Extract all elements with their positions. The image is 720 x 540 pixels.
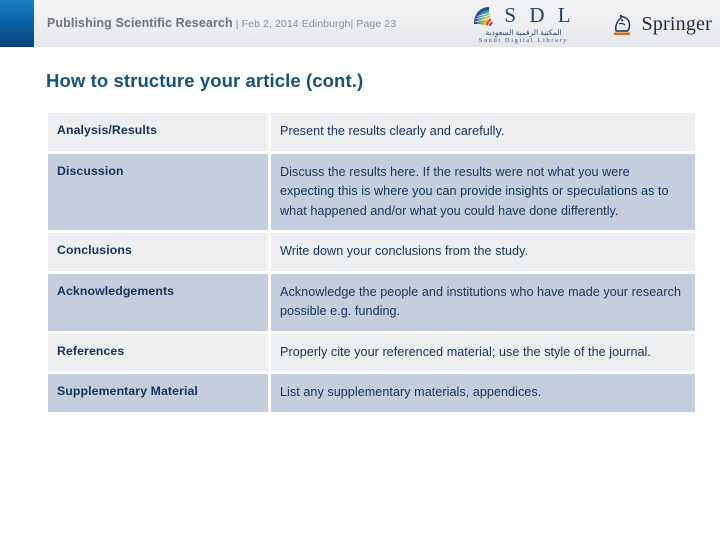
springer-logo: Springer xyxy=(610,10,712,38)
header-meta: | Feb 2, 2014 Edinburgh| Page 23 xyxy=(232,18,397,30)
sdl-subtitle: Saudi Digital Library xyxy=(478,37,569,44)
header-text-block: Publishing Scientific Research | Feb 2, … xyxy=(47,16,396,31)
table-cell-label: Conclusions xyxy=(48,233,268,271)
header-accent-stripe xyxy=(0,0,34,47)
table-cell-label: Acknowledgements xyxy=(48,273,268,331)
sdl-arabic-text: المكتبة الرقمية السعودية xyxy=(485,28,562,37)
sdl-fan-mark-icon xyxy=(472,5,498,27)
table-cell-description: Write down your conclusions from the stu… xyxy=(271,233,695,271)
table-row: Supplementary Material List any suppleme… xyxy=(48,374,695,412)
page-title: How to structure your article (cont.) xyxy=(46,70,364,91)
table-cell-description: List any supplementary materials, append… xyxy=(271,374,695,412)
table-cell-label: References xyxy=(48,333,268,371)
header-title: Publishing Scientific Research xyxy=(47,16,233,30)
table-cell-description: Discuss the results here. If the results… xyxy=(271,153,695,230)
table-row: Discussion Discuss the results here. If … xyxy=(48,153,695,230)
springer-wordmark: Springer xyxy=(641,13,712,35)
sdl-logo: S D L المكتبة الرقمية السعودية Saudi Dig… xyxy=(460,3,588,45)
table-cell-label: Analysis/Results xyxy=(48,113,268,151)
springer-knight-icon xyxy=(610,10,635,38)
table-row: Acknowledgements Acknowledge the people … xyxy=(48,273,695,331)
table-cell-label: Discussion xyxy=(48,153,268,230)
table-row: References Properly cite your referenced… xyxy=(48,333,695,371)
table-cell-label: Supplementary Material xyxy=(48,374,268,412)
table-row: Conclusions Write down your conclusions … xyxy=(48,233,695,271)
sdl-wordmark: S D L xyxy=(504,3,575,27)
table-cell-description: Present the results clearly and carefull… xyxy=(271,113,695,151)
article-structure-table: Analysis/Results Present the results cle… xyxy=(45,110,698,415)
sdl-logo-top-row: S D L xyxy=(472,3,574,28)
table-cell-description: Acknowledge the people and institutions … xyxy=(271,273,695,331)
table-body: Analysis/Results Present the results cle… xyxy=(48,113,695,412)
slide-header: Publishing Scientific Research | Feb 2, … xyxy=(0,0,720,47)
table-cell-description: Properly cite your referenced material; … xyxy=(271,333,695,371)
table-row: Analysis/Results Present the results cle… xyxy=(48,113,695,151)
logo-group: S D L المكتبة الرقمية السعودية Saudi Dig… xyxy=(460,2,712,46)
